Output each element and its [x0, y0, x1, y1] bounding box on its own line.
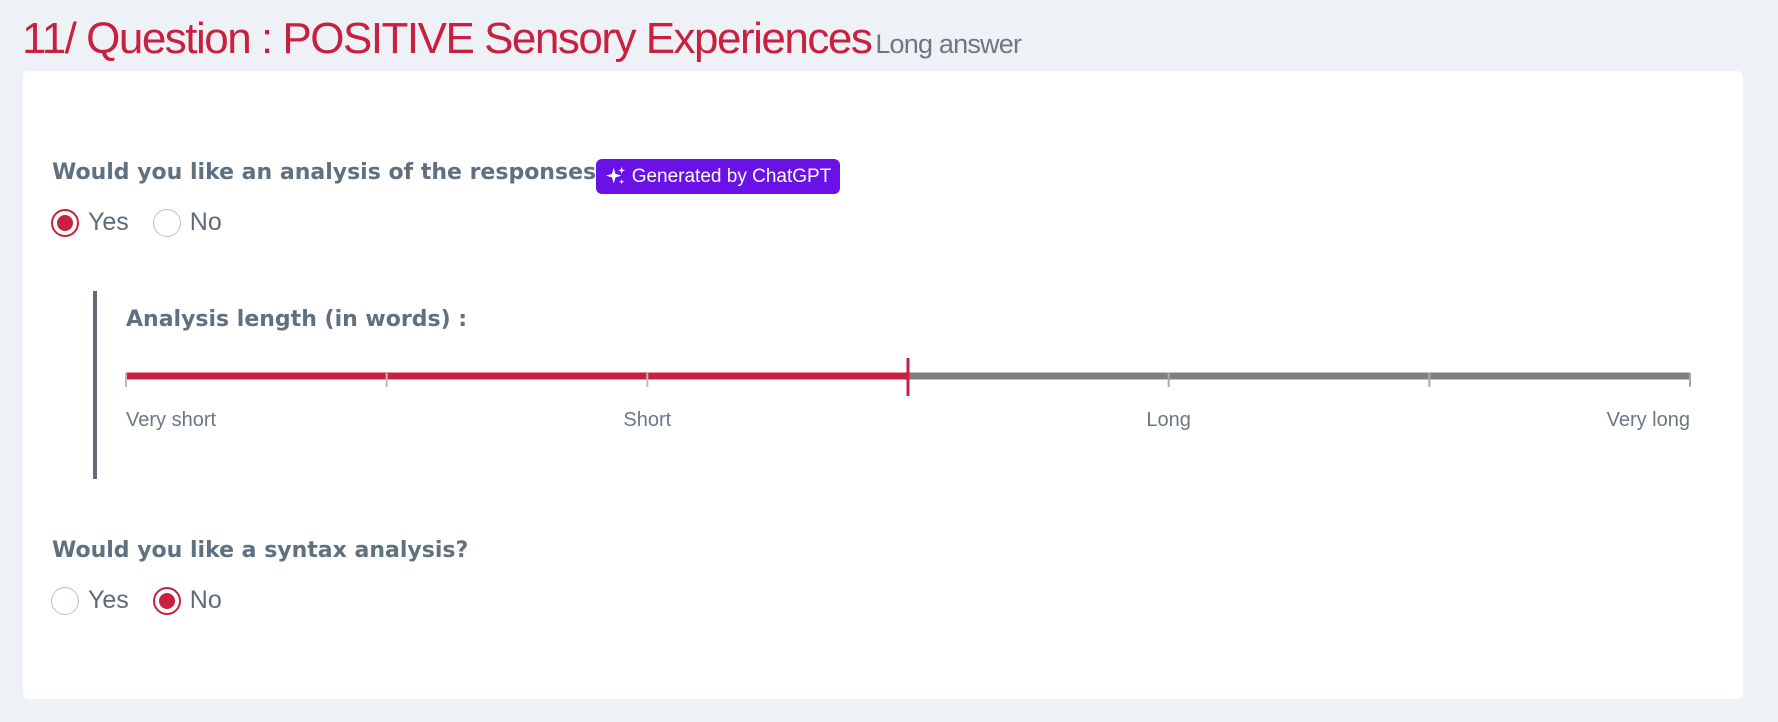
- analysis-no-radio[interactable]: [152, 208, 181, 237]
- page-header: 11/ Question : POSITIVE Sensory Experien…: [22, 14, 1022, 64]
- syntax-radio-group: Yes No: [51, 586, 246, 615]
- question-title: 11/ Question : POSITIVE Sensory Experien…: [22, 14, 873, 63]
- syntax-no-label: No: [189, 586, 222, 614]
- analysis-question: Would you like an analysis of the respon…: [52, 160, 609, 185]
- analysis-length-section: Analysis length (in words) : Very short S…: [93, 291, 1697, 479]
- question-type: Long answer: [875, 29, 1022, 59]
- chatgpt-badge: Generated by ChatGPT: [596, 159, 840, 194]
- slider-label: Long: [1146, 409, 1191, 431]
- syntax-yes-label: Yes: [88, 586, 129, 614]
- analysis-yes-radio[interactable]: [51, 208, 79, 237]
- analysis-yes-label: Yes: [88, 208, 129, 236]
- analysis-no-option[interactable]: No: [152, 208, 222, 237]
- badge-label: Generated by ChatGPT: [631, 165, 832, 187]
- syntax-question: Would you like a syntax analysis?: [52, 538, 469, 563]
- syntax-no-radio[interactable]: [152, 586, 181, 615]
- analysis-radio-group: Yes No: [51, 208, 246, 237]
- slider-label: Very long: [1607, 409, 1690, 431]
- analysis-length-slider[interactable]: Very short Short Long Very long: [97, 291, 1697, 479]
- syntax-yes-option[interactable]: Yes: [51, 586, 129, 615]
- analysis-yes-option[interactable]: Yes: [51, 208, 129, 237]
- question-card: Would you like an analysis of the respon…: [23, 71, 1743, 699]
- slider-label: Short: [623, 409, 671, 431]
- syntax-yes-radio[interactable]: [51, 586, 79, 615]
- analysis-no-label: No: [189, 208, 222, 236]
- slider-label: Very short: [126, 409, 216, 431]
- sparkles-icon: [605, 166, 626, 187]
- syntax-no-option[interactable]: No: [152, 586, 222, 615]
